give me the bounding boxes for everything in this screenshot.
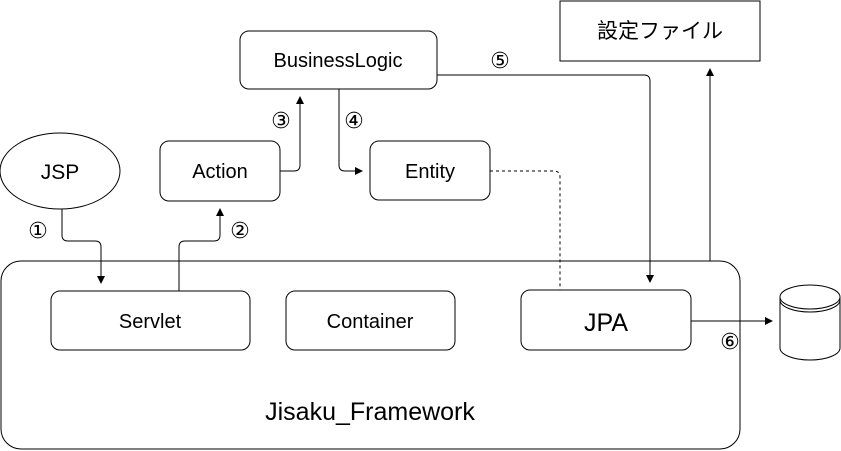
- architecture-diagram: Jisaku_Framework JSP Action BusinessLogi…: [0, 0, 841, 450]
- container-node: Container: [285, 290, 456, 351]
- database-icon: [779, 284, 841, 361]
- servlet-node: Servlet: [50, 290, 251, 351]
- business-logic-label: BusinessLogic: [274, 50, 403, 72]
- step-6-marker: ⑥: [720, 329, 740, 354]
- step-1-marker: ①: [28, 218, 48, 243]
- jpa-label: JPA: [584, 309, 628, 337]
- config-file-label: 設定ファイル: [597, 20, 723, 43]
- framework-box: Jisaku_Framework: [0, 260, 741, 450]
- jsp-label: JSP: [41, 161, 80, 184]
- step-3-marker: ③: [271, 108, 291, 133]
- action-node: Action: [159, 140, 281, 202]
- jpa-node: JPA: [520, 289, 692, 351]
- container-label: Container: [327, 311, 414, 333]
- jsp-node: JSP: [0, 132, 121, 210]
- business-logic-node: BusinessLogic: [239, 30, 438, 90]
- action-label: Action: [192, 161, 248, 183]
- entity-label: Entity: [405, 161, 455, 183]
- servlet-label: Servlet: [119, 311, 182, 333]
- framework-label: Jisaku_Framework: [265, 398, 475, 426]
- step-4-marker: ④: [344, 108, 364, 133]
- config-file-node: 設定ファイル: [559, 0, 761, 62]
- step-5-marker: ⑤: [490, 48, 510, 73]
- entity-node: Entity: [369, 140, 491, 201]
- step-2-marker: ②: [230, 218, 250, 243]
